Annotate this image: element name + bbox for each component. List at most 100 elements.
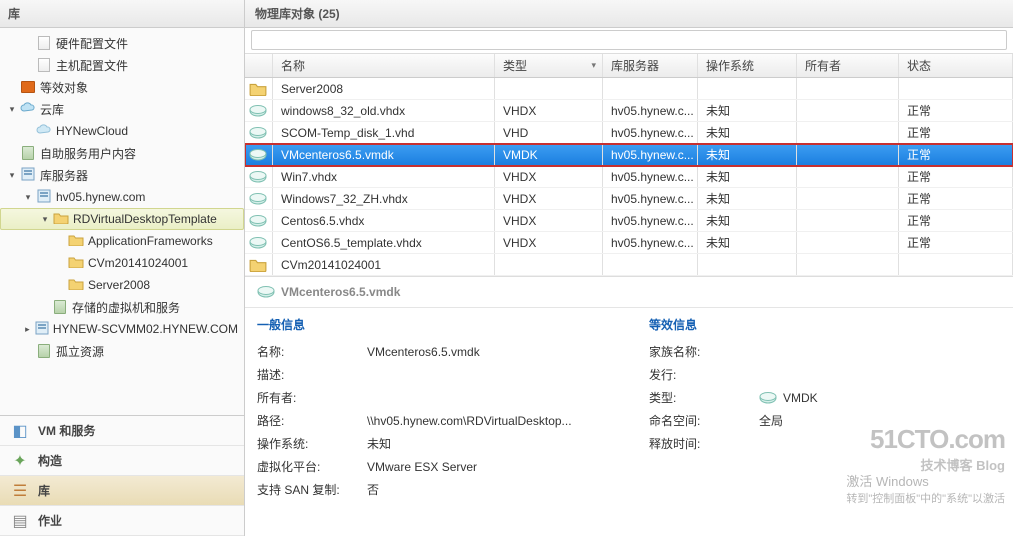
expander-icon[interactable]: ▾ — [6, 169, 18, 181]
folder-icon — [249, 82, 267, 96]
cell-server: hv05.hynew.c... — [603, 166, 698, 187]
file-icon — [36, 57, 52, 73]
table-row[interactable]: Win7.vhdxVHDXhv05.hynew.c...未知正常 — [245, 166, 1013, 188]
wunderbar-label: 作业 — [38, 512, 62, 529]
grid-body[interactable]: Server2008windows8_32_old.vhdxVHDXhv05.h… — [245, 78, 1013, 276]
tree-item[interactable]: ▸ HYNEW-SCVMM02.HYNEW.COM — [0, 318, 244, 340]
expander-icon[interactable] — [22, 59, 34, 71]
property-key: 发行: — [649, 366, 759, 383]
cell-status: 正常 — [899, 232, 1013, 253]
table-row[interactable]: CVm20141024001 — [245, 254, 1013, 276]
tree-item-label: Server2008 — [88, 278, 150, 292]
property-row: 描述: — [257, 366, 609, 383]
column-header[interactable]: 名称 — [273, 54, 495, 77]
expander-icon[interactable] — [54, 257, 66, 269]
property-row: 释放时间: — [649, 435, 1001, 452]
table-row[interactable]: windows8_32_old.vhdxVHDXhv05.hynew.c...未… — [245, 100, 1013, 122]
tree-item-label: 主机配置文件 — [56, 57, 128, 74]
disk-icon — [759, 391, 777, 405]
expander-icon[interactable] — [54, 235, 66, 247]
cell-os: 未知 — [698, 188, 797, 209]
tree-item[interactable]: Server2008 — [0, 274, 244, 296]
tree-item[interactable]: ▾ 云库 — [0, 98, 244, 120]
column-header[interactable]: 类型▾ — [495, 54, 603, 77]
tree-item-label: HYNEW-SCVMM02.HYNEW.COM — [53, 322, 238, 336]
folder-icon — [68, 255, 84, 271]
disk-icon — [249, 192, 267, 206]
tree-item-label: 存储的虚拟机和服务 — [72, 299, 180, 316]
detail-body: 一般信息 名称:VMcenteros6.5.vmdk描述:所有者:路径:\\hv… — [245, 308, 1013, 512]
wunderbar-item-fabric[interactable]: ✦构造 — [0, 446, 244, 476]
property-value: VMware ESX Server — [367, 458, 477, 475]
tree-item-label: 库服务器 — [40, 167, 88, 184]
table-row[interactable]: Server2008 — [245, 78, 1013, 100]
disk-icon — [249, 170, 267, 184]
column-header[interactable]: 库服务器 — [603, 54, 698, 77]
property-row: 支持 SAN 复制:否 — [257, 481, 609, 498]
folder-icon — [68, 277, 84, 293]
detail-col-equiv: 等效信息 家族名称:发行:类型:VMDK命名空间:全局释放时间: — [649, 316, 1001, 504]
tree-item[interactable]: 等效对象 — [0, 76, 244, 98]
host-icon — [35, 321, 49, 337]
table-row[interactable]: Windows7_32_ZH.vhdxVHDXhv05.hynew.c...未知… — [245, 188, 1013, 210]
property-key: 描述: — [257, 366, 367, 383]
content-header: 物理库对象 (25) — [245, 0, 1013, 28]
expander-icon[interactable] — [22, 37, 34, 49]
tree-item[interactable]: 孤立资源 — [0, 340, 244, 362]
column-header[interactable] — [245, 54, 273, 77]
expander-icon[interactable] — [54, 279, 66, 291]
tree-item[interactable]: 硬件配置文件 — [0, 32, 244, 54]
tree-item[interactable]: 自助服务用户内容 — [0, 142, 244, 164]
tree-item[interactable]: ApplicationFrameworks — [0, 230, 244, 252]
expander-icon[interactable]: ▾ — [22, 191, 34, 203]
expander-icon[interactable] — [38, 301, 50, 313]
tree-item-label: CVm20141024001 — [88, 256, 188, 270]
expander-icon[interactable]: ▾ — [6, 103, 18, 115]
cell-name: windows8_32_old.vhdx — [273, 100, 495, 121]
cell-owner — [797, 100, 899, 121]
cell-os: 未知 — [698, 122, 797, 143]
sort-indicator-icon: ▾ — [591, 60, 596, 71]
tree-item[interactable]: HYNewCloud — [0, 120, 244, 142]
wunderbar-label: VM 和服务 — [38, 422, 95, 439]
wunderbar-item-library[interactable]: ☰库 — [0, 476, 244, 506]
cell-status — [899, 78, 1013, 99]
tree-item[interactable]: ▾RDVirtualDesktopTemplate — [0, 208, 244, 230]
file-icon — [36, 35, 52, 51]
table-row[interactable]: VMcenteros6.5.vmdkVMDKhv05.hynew.c...未知正… — [245, 144, 1013, 166]
tree-item[interactable]: 存储的虚拟机和服务 — [0, 296, 244, 318]
cell-type: VHDX — [495, 188, 603, 209]
search-row — [245, 28, 1013, 54]
tree-item-label: 自助服务用户内容 — [40, 145, 136, 162]
expander-icon[interactable]: ▾ — [39, 213, 51, 225]
wunderbar-item-jobs[interactable]: ▤作业 — [0, 506, 244, 536]
property-key: 操作系统: — [257, 435, 367, 452]
objects-grid: 名称类型▾库服务器操作系统所有者状态 Server2008windows8_32… — [245, 54, 1013, 277]
property-key: 命名空间: — [649, 412, 759, 429]
column-header[interactable]: 状态 — [899, 54, 1013, 77]
expander-icon[interactable]: ▸ — [22, 323, 33, 335]
column-header[interactable]: 操作系统 — [698, 54, 797, 77]
cell-type — [495, 78, 603, 99]
table-row[interactable]: SCOM-Temp_disk_1.vhdVHDhv05.hynew.c...未知… — [245, 122, 1013, 144]
tree-item[interactable]: ▾hv05.hynew.com — [0, 186, 244, 208]
table-row[interactable]: CentOS6.5_template.vhdxVHDXhv05.hynew.c.… — [245, 232, 1013, 254]
nav-tree[interactable]: 硬件配置文件主机配置文件等效对象 ▾ 云库 HYNewCloud 自助服务用户内容 ▾ 库服… — [0, 28, 244, 415]
wunderbar-item-vm[interactable]: ◧VM 和服务 — [0, 416, 244, 446]
host-icon — [20, 167, 36, 183]
column-header[interactable]: 所有者 — [797, 54, 899, 77]
cell-server — [603, 78, 698, 99]
expander-icon[interactable] — [6, 147, 18, 159]
server-icon — [36, 343, 52, 359]
grid-header[interactable]: 名称类型▾库服务器操作系统所有者状态 — [245, 54, 1013, 78]
tree-item-label: 云库 — [40, 101, 64, 118]
tree-item[interactable]: 主机配置文件 — [0, 54, 244, 76]
table-row[interactable]: Centos6.5.vhdxVHDXhv05.hynew.c...未知正常 — [245, 210, 1013, 232]
tree-item[interactable]: ▾ 库服务器 — [0, 164, 244, 186]
cell-owner — [797, 232, 899, 253]
expander-icon[interactable] — [22, 345, 34, 357]
tree-item[interactable]: CVm20141024001 — [0, 252, 244, 274]
expander-icon[interactable] — [22, 125, 34, 137]
expander-icon[interactable] — [6, 81, 18, 93]
search-input[interactable] — [251, 30, 1007, 50]
